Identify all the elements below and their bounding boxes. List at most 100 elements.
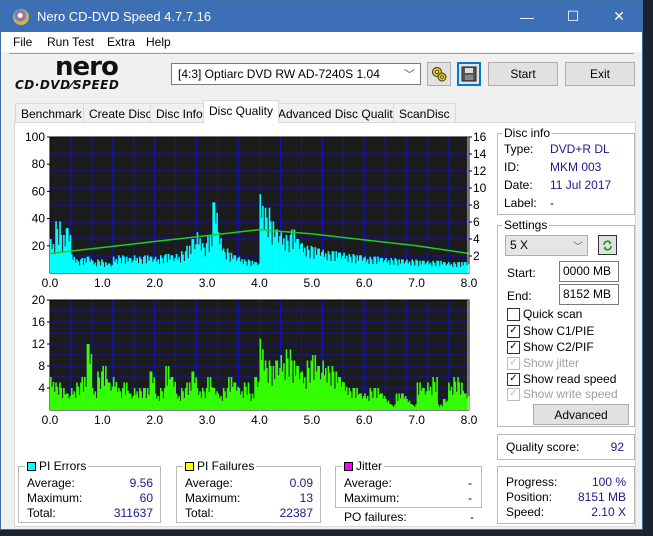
y2-tick-label: 12 bbox=[473, 164, 487, 178]
speed-select-value: 5 X bbox=[510, 238, 529, 252]
jitter-title: Jitter bbox=[356, 459, 383, 473]
y2-tick-label: 10 bbox=[473, 181, 487, 195]
chevron-down-icon: ﹀ bbox=[573, 242, 583, 253]
y-tick-label: 16 bbox=[32, 315, 46, 329]
x-tick-label: 0.0 bbox=[42, 413, 59, 427]
quick-scan-checkbox[interactable]: Quick scan bbox=[507, 306, 582, 322]
x-tick-label: 6.0 bbox=[356, 276, 373, 290]
pi-failures-total-row: Total: 22387 bbox=[185, 506, 313, 522]
pi-errors-total: 311637 bbox=[113, 506, 153, 520]
pi-errors-average: 9.56 bbox=[129, 476, 153, 490]
disc-info-title: Disc info bbox=[502, 126, 553, 140]
x-tick-label: 4.0 bbox=[251, 276, 268, 290]
y2-tick-label: 16 bbox=[473, 130, 487, 144]
y2-tick-label: 8 bbox=[473, 198, 480, 212]
x-tick-label: 7.0 bbox=[408, 276, 425, 290]
position-label: Position: bbox=[506, 490, 553, 504]
disc-info-group: Disc info Type: DVD+R DL ID: MKM 003 Dat… bbox=[497, 126, 635, 215]
speed-label: Speed: bbox=[506, 505, 545, 519]
start-label: Start: bbox=[507, 266, 536, 280]
id-label: ID: bbox=[504, 160, 520, 174]
progress-value: 100 % bbox=[591, 475, 626, 489]
y-tick-label: 80 bbox=[32, 157, 46, 171]
check-icon: ✓ bbox=[507, 324, 520, 338]
pi-errors-legend: PI Errors bbox=[25, 459, 89, 473]
y2-tick-label: 6 bbox=[473, 215, 480, 229]
pi-errors-swatch bbox=[27, 461, 36, 471]
pi-errors-maximum-row: Maximum: 60 bbox=[27, 491, 153, 507]
pi-errors-total-row: Total: 311637 bbox=[27, 506, 153, 522]
jitter-swatch bbox=[344, 461, 353, 471]
jitter-average-row: Average: - bbox=[344, 476, 472, 492]
average-label: Average: bbox=[344, 476, 392, 490]
y-tick-label: 4 bbox=[38, 381, 45, 395]
check-icon: ✓ bbox=[507, 356, 520, 370]
x-tick-label: 1.0 bbox=[94, 413, 111, 427]
advanced-button[interactable]: Advanced bbox=[533, 404, 629, 425]
speed-select[interactable]: 5 X ﹀ bbox=[505, 235, 588, 256]
show-read-speed-checkbox[interactable]: ✓ Show read speed bbox=[507, 371, 616, 387]
y-tick-label: 8 bbox=[38, 359, 45, 373]
progress-group: Progress: 100 % Position: 8151 MB Speed:… bbox=[497, 466, 635, 524]
pi-errors-maximum: 60 bbox=[139, 491, 153, 505]
po-failures-label: PO failures: bbox=[344, 510, 407, 524]
x-tick-label: 1.0 bbox=[94, 276, 111, 290]
y2-tick-label: 2 bbox=[473, 249, 480, 263]
po-failures-value: - bbox=[470, 510, 474, 524]
x-tick-label: 3.0 bbox=[199, 413, 216, 427]
y-tick-label: 20 bbox=[32, 293, 46, 307]
pi-failures-total: 22387 bbox=[279, 506, 313, 520]
position-row: Position: 8151 MB bbox=[506, 490, 626, 506]
end-mb-input[interactable]: 8152 MB bbox=[559, 284, 619, 305]
pi-errors-title: PI Errors bbox=[39, 459, 87, 473]
x-tick-label: 4.0 bbox=[251, 413, 268, 427]
checkbox-box bbox=[507, 307, 520, 321]
disc-label-value: - bbox=[550, 196, 554, 210]
x-tick-label: 2.0 bbox=[146, 413, 163, 427]
refresh-icon bbox=[603, 240, 612, 250]
pi-errors-average-row: Average: 9.56 bbox=[27, 476, 153, 492]
show-write-speed-label: Show write speed bbox=[523, 387, 618, 401]
show-jitter-label: Show jitter bbox=[523, 356, 580, 370]
pi-failures-average-row: Average: 0.09 bbox=[185, 476, 313, 492]
y-tick-label: 60 bbox=[32, 184, 46, 198]
position-value: 8151 MB bbox=[577, 490, 626, 504]
speed-row: Speed: 2.10 X bbox=[506, 505, 626, 521]
x-tick-label: 2.0 bbox=[146, 276, 163, 290]
refresh-speed-button[interactable] bbox=[598, 235, 617, 255]
show-c1pie-checkbox[interactable]: ✓ Show C1/PIE bbox=[507, 323, 594, 339]
x-tick-label: 0.0 bbox=[42, 276, 59, 290]
x-tick-label: 8.0 bbox=[461, 413, 478, 427]
pi-failures-group: PI Failures Average: 0.09 Maximum: 13 To… bbox=[176, 459, 321, 523]
disc-id-value: MKM 003 bbox=[550, 160, 602, 174]
show-c1pie-label: Show C1/PIE bbox=[523, 324, 595, 338]
settings-title: Settings bbox=[502, 218, 550, 232]
disc-date-value: 11 Jul 2017 bbox=[550, 178, 612, 192]
show-jitter-checkbox: ✓ Show jitter bbox=[507, 355, 579, 371]
x-tick-label: 7.0 bbox=[408, 413, 425, 427]
x-tick-label: 3.0 bbox=[199, 276, 216, 290]
total-label: Total: bbox=[185, 506, 214, 520]
quality-score-value: 92 bbox=[610, 440, 624, 454]
maximum-label: Maximum: bbox=[344, 491, 400, 505]
start-mb-input[interactable]: 0000 MB bbox=[559, 261, 619, 282]
label-label: Label: bbox=[504, 196, 537, 210]
y-tick-label: 100 bbox=[25, 130, 45, 144]
show-c2pif-checkbox[interactable]: ✓ Show C2/PIF bbox=[507, 339, 594, 355]
x-tick-label: 5.0 bbox=[304, 413, 321, 427]
pi-failures-maximum: 13 bbox=[299, 491, 313, 505]
pi-failures-average: 0.09 bbox=[289, 476, 313, 490]
po-failures-row: PO failures: - bbox=[344, 510, 474, 526]
show-write-speed-checkbox: ✓ Show write speed bbox=[507, 386, 618, 402]
jitter-maximum-row: Maximum: - bbox=[344, 491, 472, 507]
jitter-group: Jitter Average: - Maximum: - bbox=[335, 459, 482, 508]
quality-score-group: Quality score: 92 bbox=[497, 434, 635, 460]
pi-failures-maximum-row: Maximum: 13 bbox=[185, 491, 313, 507]
check-icon: ✓ bbox=[507, 387, 520, 401]
y-tick-label: 20 bbox=[32, 239, 46, 253]
jitter-average: - bbox=[468, 476, 472, 490]
quality-score-label: Quality score: bbox=[506, 440, 580, 454]
tab-disc-quality[interactable]: Disc Quality bbox=[203, 100, 280, 123]
y2-tick-label: 4 bbox=[473, 232, 480, 246]
y2-tick-label: 14 bbox=[473, 147, 487, 161]
